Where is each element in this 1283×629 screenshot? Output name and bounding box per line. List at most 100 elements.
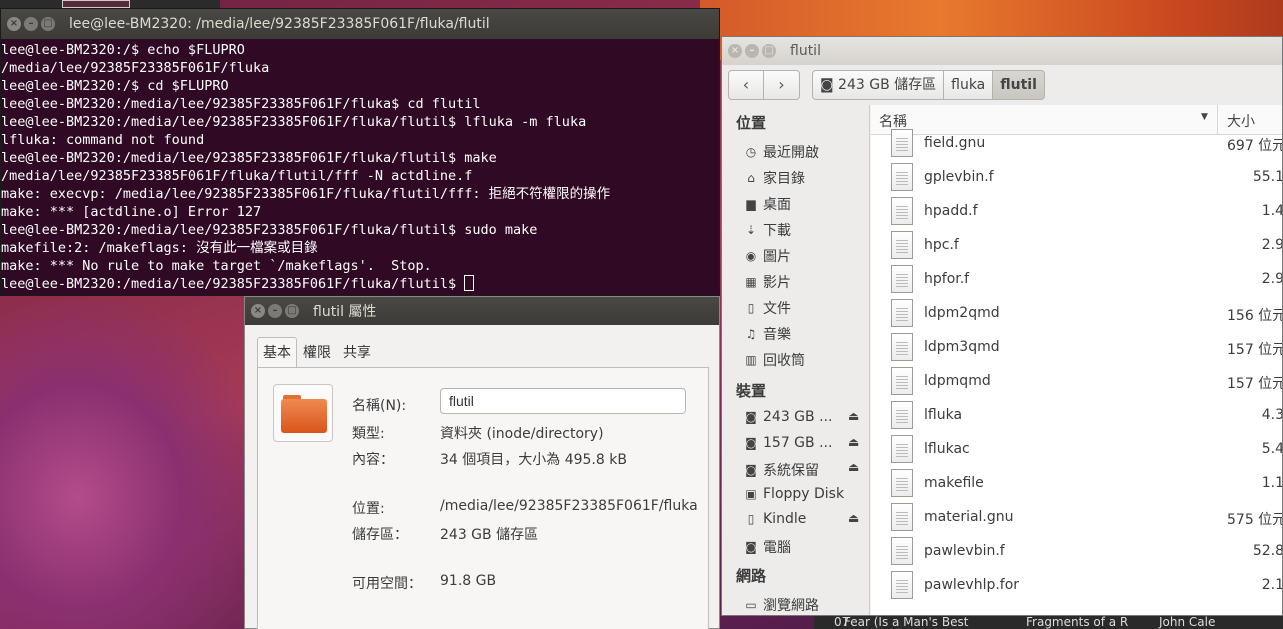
trash-icon: ▥ [745, 353, 757, 367]
clock-icon: ◷ [745, 145, 757, 159]
file-size: 575 位元 [1227, 512, 1283, 528]
file-size: 157 位元 [1227, 342, 1283, 358]
chevron-right-icon: › [778, 75, 785, 94]
sidebar-item[interactable]: ▭ 瀏覽網路 [744, 595, 819, 615]
file-size: 2.9 [1261, 271, 1283, 287]
cursor [464, 275, 475, 291]
file-row[interactable]: pawlevhlp.for 2.1 [871, 569, 1282, 603]
breadcrumb-fluka[interactable]: fluka [944, 70, 994, 100]
camera-icon: ◉ [745, 249, 757, 263]
tab-share[interactable]: 共享 [337, 337, 377, 367]
sidebar-item[interactable]: ▥ 回收筒 [744, 350, 805, 370]
minimize-icon[interactable]: – [268, 304, 282, 318]
sidebar-item[interactable]: ◙ 電腦 [744, 537, 791, 557]
sidebar-item[interactable]: ◙ 157 GB ... [744, 435, 832, 451]
sidebar-item[interactable]: ♫ 音樂 [744, 324, 791, 344]
file-name: pawlevbin.f [924, 543, 1005, 559]
text-file-icon [891, 333, 913, 361]
file-row[interactable]: ldpm3qmd 157 位元 [871, 331, 1283, 365]
breadcrumb-flutil[interactable]: flutil [993, 70, 1045, 100]
top-panel-strip [0, 0, 220, 8]
file-row[interactable]: ldpmqmd 157 位元 [871, 365, 1282, 399]
terminal-line: lee@lee-BM2320:/$ cd $FLUPRO [1, 78, 229, 94]
file-row[interactable]: lfluka 4.3 [871, 399, 1282, 433]
maximize-icon[interactable]: □ [41, 17, 55, 31]
file-row[interactable]: hpadd.f 1.4 [871, 195, 1283, 229]
file-size: 1.4 [1261, 203, 1283, 219]
text-file-icon [891, 571, 913, 599]
eject-icon[interactable]: ⏏ [848, 460, 859, 474]
sidebar-item[interactable]: ◙ 系統保留 [744, 460, 819, 480]
taskbar-item[interactable]: John Cale [1159, 616, 1215, 629]
sidebar-item[interactable]: ⌂ 家目錄 [744, 168, 805, 188]
file-row[interactable]: lflukac 5.4 [871, 433, 1283, 467]
sidebar-item[interactable]: ▆ 桌面 [744, 194, 791, 214]
taskbar-item[interactable]: Fear (Is a Man's Best [844, 616, 968, 629]
breadcrumb-volume[interactable]: ◙ 243 GB 儲存區 [812, 70, 945, 100]
taskbar-item[interactable]: Fragments of a R [1026, 616, 1128, 629]
file-row[interactable]: hpfor.f 2.9 [871, 263, 1283, 297]
contents-value: 34 個項目，大小為 495.8 kB [440, 452, 627, 468]
close-icon[interactable]: × [728, 44, 742, 58]
workspace-thumbnail[interactable] [62, 0, 130, 8]
name-field[interactable] [440, 388, 686, 414]
sidebar-item[interactable]: ▯ 文件 [744, 298, 791, 318]
file-manager-titlebar[interactable]: × – □ flutil [722, 37, 1282, 65]
close-icon[interactable]: × [251, 304, 265, 318]
file-row[interactable]: makefile 1.1 [871, 467, 1282, 501]
tab-permissions[interactable]: 權限 [297, 337, 337, 367]
sidebar-item-label: Floppy Disk [763, 485, 845, 502]
file-row[interactable]: gplevbin.f 55.1 [871, 161, 1282, 195]
file-name: makefile [924, 475, 984, 491]
terminal-output[interactable]: lee@lee-BM2320:/$ echo $FLUPRO/media/lee… [1, 39, 719, 293]
terminal-line: lee@lee-BM2320:/media/lee/92385F23385F06… [1, 114, 587, 130]
sidebar-item-label: 影片 [763, 275, 791, 291]
close-icon[interactable]: × [7, 17, 21, 31]
sidebar-item[interactable]: ▣ Floppy Disk [744, 486, 844, 502]
folder-icon[interactable] [273, 384, 333, 442]
computer-icon: ◙ [745, 540, 757, 554]
file-row[interactable]: hpc.f 2.9 [871, 229, 1282, 263]
eject-icon[interactable]: ⏏ [848, 435, 859, 449]
sidebar-item[interactable]: ▦ 影片 [744, 272, 791, 292]
drive-icon: ◙ [745, 410, 757, 424]
terminal-line: lee@lee-BM2320:/media/lee/92385F23385F06… [1, 96, 481, 112]
terminal-line: make: *** [actdline.o] Error 127 [1, 204, 262, 220]
text-file-icon [891, 469, 913, 497]
file-size: 5.4 [1261, 441, 1283, 457]
file-name: pawlevhlp.for [924, 577, 1020, 593]
sidebar-item[interactable]: ◉ 圖片 [744, 246, 791, 266]
network-icon: ▭ [745, 598, 757, 612]
terminal-window[interactable]: × – □ lee@lee-BM2320: /media/lee/92385F2… [0, 8, 720, 296]
eject-icon[interactable]: ⏏ [848, 409, 859, 423]
minimize-icon[interactable]: – [24, 17, 38, 31]
forward-button[interactable]: › [764, 70, 800, 100]
text-file-icon [891, 537, 913, 565]
maximize-icon[interactable]: □ [285, 304, 299, 318]
file-row[interactable]: field.gnu 697 位元 [871, 127, 1282, 161]
text-file-icon [891, 265, 913, 293]
file-list[interactable]: 名稱 ▼ 大小 field.gnu 697 位元 gplevbin.f 55.1 hpa… [871, 105, 1283, 615]
tab-basic[interactable]: 基本 [257, 337, 297, 367]
file-name: ldpm3qmd [924, 339, 1000, 355]
sidebar-item-label: 桌面 [763, 197, 791, 213]
maximize-icon[interactable]: □ [762, 44, 776, 58]
file-name: ldpmqmd [924, 373, 991, 389]
minimize-icon[interactable]: – [745, 44, 759, 58]
file-name: gplevbin.f [924, 169, 994, 185]
sidebar-item[interactable]: ⇣ 下載 [744, 220, 791, 240]
sidebar-item[interactable]: ◙ 243 GB ... [744, 409, 832, 425]
eject-icon[interactable]: ⏏ [848, 511, 859, 525]
sidebar-item[interactable]: ◷ 最近開啟 [744, 142, 819, 162]
file-row[interactable]: ldpm2qmd 156 位元 [871, 297, 1282, 331]
terminal-titlebar[interactable]: × – □ lee@lee-BM2320: /media/lee/92385F2… [1, 9, 719, 39]
properties-dialog[interactable]: × – □ flutil 屬性 基本 權限 共享 名稱(N): 類型: 資料夾 … [244, 296, 720, 629]
file-row[interactable]: pawlevbin.f 52.8 [871, 535, 1282, 569]
text-file-icon [891, 197, 913, 225]
sidebar-item[interactable]: ▯ Kindle [744, 511, 807, 527]
file-row[interactable]: material.gnu 575 位元 [871, 501, 1283, 535]
back-button[interactable]: ‹ [728, 70, 764, 100]
sidebar-item-label: 下載 [763, 223, 791, 239]
properties-titlebar[interactable]: × – □ flutil 屬性 [245, 297, 719, 325]
file-manager-window[interactable]: × – □ flutil ‹ › ◙ 243 GB 儲存區 fluka flut… [721, 36, 1283, 616]
